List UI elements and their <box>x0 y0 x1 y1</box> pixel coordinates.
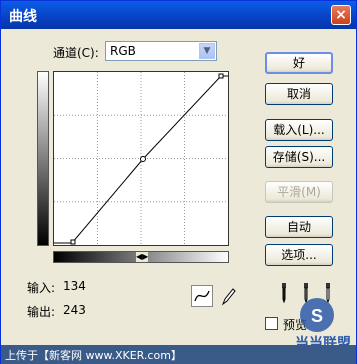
input-value: 134 <box>63 279 86 293</box>
channel-value: RGB <box>110 44 136 58</box>
load-button[interactable]: 载入(L)... <box>265 119 333 141</box>
auto-button[interactable]: 自动 <box>265 216 333 238</box>
chevron-down-icon[interactable]: ▼ <box>199 43 215 59</box>
ok-button[interactable]: 好 <box>265 52 333 74</box>
footer-text: 上传于【新客网 www.XKER.com】 <box>5 349 182 362</box>
footer-bar: 上传于【新客网 www.XKER.com】 <box>1 345 356 364</box>
curve-graph[interactable] <box>53 71 229 246</box>
output-gradient-bar <box>37 71 49 246</box>
channel-label: 通道(C): <box>53 46 99 60</box>
channel-select[interactable]: RGB ▼ <box>105 41 217 61</box>
save-button[interactable]: 存储(S)... <box>265 146 333 168</box>
svg-text:S: S <box>311 306 323 326</box>
cancel-button[interactable]: 取消 <box>265 83 333 105</box>
curve-point-white <box>218 73 224 79</box>
window-title: 曲线 <box>9 9 37 25</box>
black-dropper-icon[interactable] <box>277 281 291 304</box>
preview-checkbox[interactable] <box>265 317 278 330</box>
curve-point-black <box>70 239 76 245</box>
curve-grid <box>54 72 228 245</box>
smooth-button[interactable]: 平滑(M) <box>265 181 333 203</box>
input-label: 输入: <box>27 281 56 295</box>
watermark-logo: S 当当联盟 <box>295 298 351 352</box>
output-value: 243 <box>63 303 86 317</box>
title-bar[interactable]: 曲线 × <box>1 1 356 29</box>
close-button[interactable]: × <box>331 5 351 25</box>
gradient-toggle-icon[interactable]: ◀▶ <box>136 252 148 262</box>
output-label: 输出: <box>27 305 56 319</box>
curves-dialog: 曲线 × 通道(C): RGB ▼ ◀▶ 输入: 134 输出: 243 好 取… <box>0 0 357 364</box>
curve-point-mid <box>140 156 146 162</box>
curve-tool-button[interactable] <box>191 285 213 307</box>
curve-icon <box>194 290 210 302</box>
options-button[interactable]: 选项... <box>265 244 333 266</box>
pencil-tool-button[interactable] <box>219 285 237 307</box>
pencil-icon <box>221 288 236 306</box>
input-gradient-bar: ◀▶ <box>53 251 229 263</box>
